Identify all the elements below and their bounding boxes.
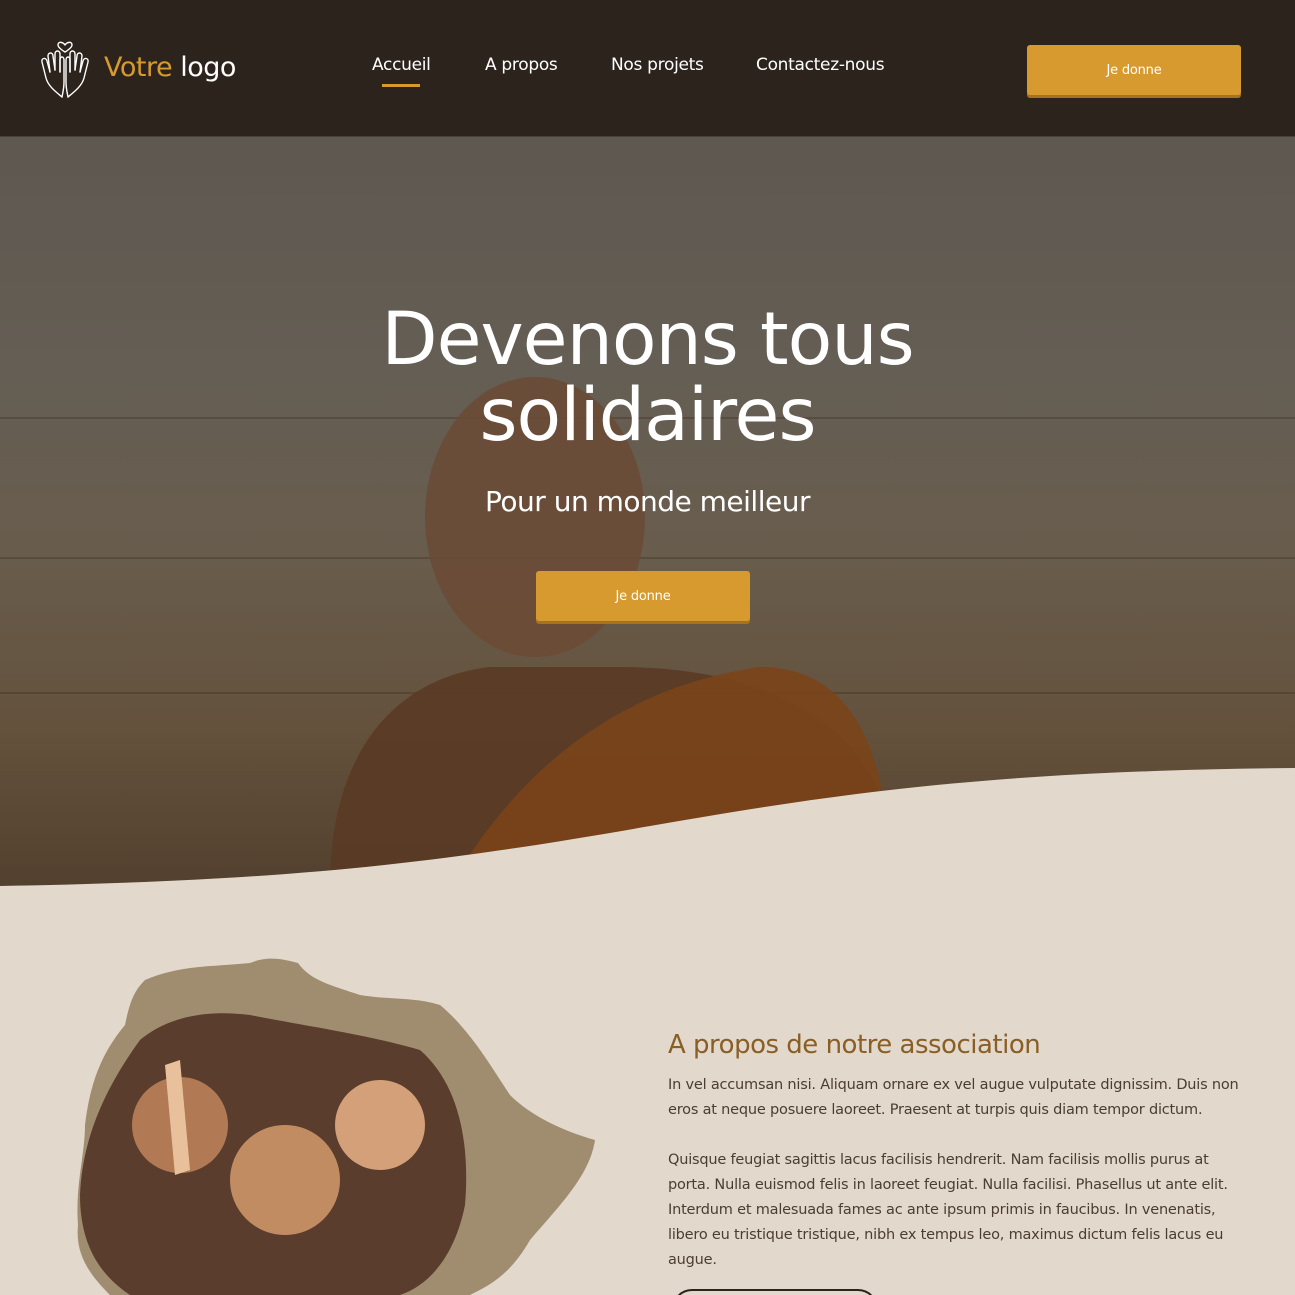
about-paragraph-2: Quisque feugiat sagittis lacus facilisis… [668, 1152, 1228, 1268]
africa-map-photo [77, 958, 596, 1295]
hero-donate-button[interactable]: Je donne [536, 571, 750, 621]
nav-a-propos[interactable]: A propos [485, 55, 558, 75]
hero-title-line-1: Devenons tous [381, 297, 914, 382]
header-donate-button[interactable]: Je donne [1027, 45, 1241, 95]
nav-accueil[interactable]: Accueil [372, 55, 431, 75]
nav-nos-projets[interactable]: Nos projets [611, 55, 704, 75]
about-more-button[interactable] [672, 1289, 878, 1295]
site-header: Votre logo Accueil A propos Nos projets … [0, 0, 1295, 137]
nav-contactez-nous[interactable]: Contactez-nous [756, 55, 885, 75]
about-paragraph-1: In vel accumsan nisi. Aliquam ornare ex … [668, 1077, 1239, 1118]
hero-title: Devenons tous solidaires [0, 302, 1295, 454]
hero-wave-divider [0, 768, 1295, 886]
about-title: A propos de notre association [668, 1030, 1041, 1060]
hero-subtitle: Pour un monde meilleur [485, 485, 810, 518]
hero-title-line-2: solidaires [479, 373, 817, 458]
hero-section: Devenons tous solidaires Pour un monde m… [0, 137, 1295, 886]
